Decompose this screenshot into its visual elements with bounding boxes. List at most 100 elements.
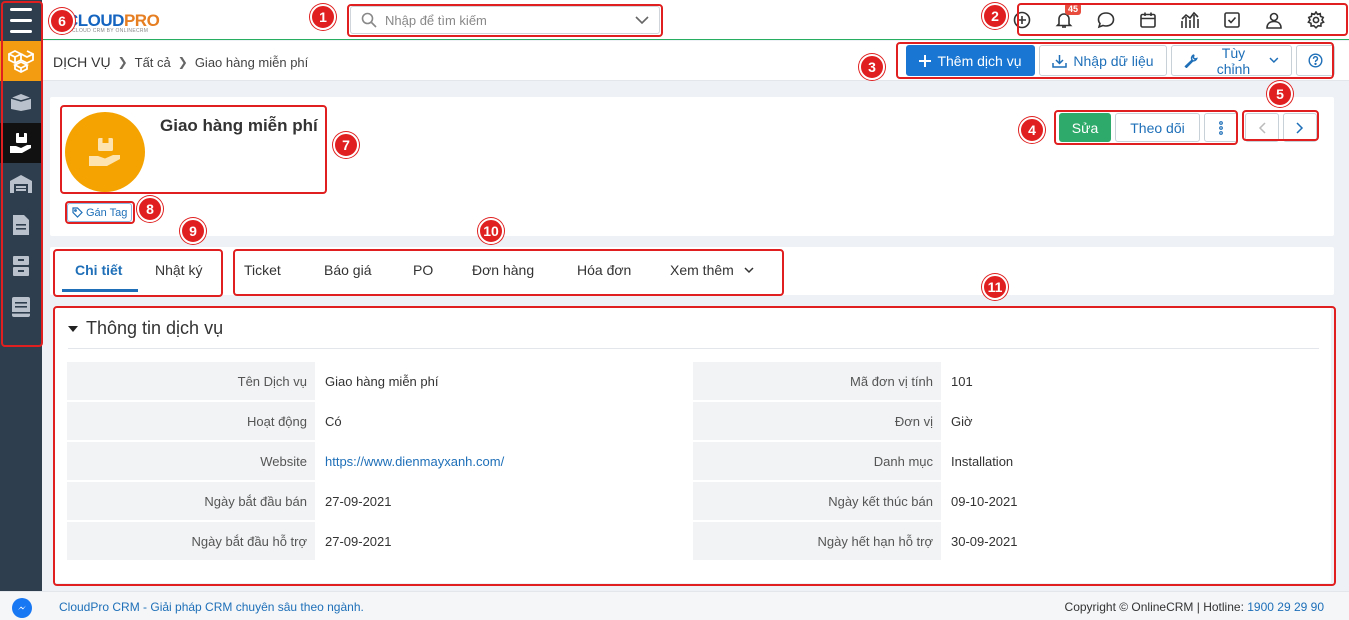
field-value-category[interactable]: Installation	[951, 442, 1013, 482]
gear-icon	[1307, 11, 1325, 29]
active-tab-indicator	[62, 289, 138, 292]
field-label-unit-code: Mã đơn vị tính	[693, 362, 941, 400]
assign-tag-button[interactable]: Gán Tag	[67, 203, 133, 222]
help-button[interactable]	[1296, 45, 1335, 76]
previous-record-button[interactable]	[1245, 113, 1279, 142]
chevron-right-icon: ❯	[117, 55, 128, 69]
record-title: Giao hàng miễn phí	[160, 116, 318, 135]
annotation-marker-3: 3	[859, 54, 885, 80]
chevron-left-icon	[1258, 121, 1266, 134]
plus-icon	[919, 54, 932, 67]
calendar-button[interactable]	[1127, 6, 1169, 34]
breadcrumb-all[interactable]: Tất cả	[135, 55, 171, 70]
search-icon	[361, 12, 377, 28]
book-icon	[12, 297, 30, 317]
divider	[68, 348, 1319, 349]
field-label-support-start: Ngày bắt đầu hỗ trợ	[67, 522, 315, 560]
field-label-unit: Đơn vị	[693, 402, 941, 440]
field-label-support-expiry: Ngày hết hạn hỗ trợ	[693, 522, 941, 560]
edit-button[interactable]: Sửa	[1059, 113, 1111, 142]
next-record-button[interactable]	[1283, 113, 1317, 142]
record-tabs: Chi tiết Nhật ký Ticket Báo giá PO Đơn h…	[50, 247, 1334, 295]
boxes-icon	[8, 49, 34, 73]
add-service-button[interactable]: Thêm dịch vụ	[906, 45, 1035, 76]
tasks-button[interactable]	[1211, 6, 1253, 34]
chart-icon	[1181, 11, 1199, 28]
tab-po[interactable]: PO	[413, 262, 433, 278]
tab-details[interactable]: Chi tiết	[75, 262, 122, 278]
tab-orders[interactable]: Đơn hàng	[472, 262, 534, 278]
more-actions-button[interactable]	[1204, 113, 1238, 142]
hand-box-icon	[89, 138, 120, 166]
hamburger-icon	[10, 4, 32, 37]
sidebar-item-products[interactable]	[0, 41, 42, 81]
chevron-down-icon[interactable]	[635, 15, 649, 25]
annotation-marker-9: 9	[180, 218, 206, 244]
field-value-unit[interactable]: Giờ	[951, 402, 973, 442]
sidebar	[0, 0, 42, 620]
sidebar-item-documents[interactable]	[0, 205, 42, 245]
sidebar-item-cabinet[interactable]	[0, 246, 42, 286]
top-header: CLOUDPRO CLOUD CRM BY ONLINECRM 45	[42, 0, 1349, 40]
header-icon-bar: 45	[1001, 3, 1337, 34]
section-header[interactable]: Thông tin dịch vụ	[68, 318, 223, 339]
messenger-icon	[18, 605, 26, 610]
follow-button[interactable]: Theo dõi	[1115, 113, 1200, 142]
user-profile-button[interactable]	[1253, 6, 1295, 34]
breadcrumb-bar: DỊCH VỤ ❯ Tất cả ❯ Giao hàng miễn phí Th…	[42, 41, 1349, 81]
cabinet-icon	[13, 256, 29, 276]
logo-subtitle: CLOUD CRM BY ONLINECRM	[72, 28, 149, 34]
notification-badge: 45	[1065, 3, 1082, 15]
field-value-service-name[interactable]: Giao hàng miễn phí	[325, 362, 438, 402]
field-value-support-start[interactable]: 27-09-2021	[325, 522, 392, 562]
sidebar-item-book[interactable]	[0, 287, 42, 327]
chevron-right-icon: ❯	[177, 55, 188, 69]
app-logo[interactable]: CLOUDPRO CLOUD CRM BY ONLINECRM	[66, 11, 160, 34]
record-pagination	[1245, 113, 1317, 142]
download-icon	[1052, 54, 1068, 68]
customize-button[interactable]: Tùy chỉnh	[1171, 45, 1292, 77]
section-title: Thông tin dịch vụ	[86, 318, 224, 338]
chat-button[interactable]	[1085, 6, 1127, 34]
field-value-active[interactable]: Có	[325, 402, 342, 442]
field-value-sale-end[interactable]: 09-10-2021	[951, 482, 1018, 522]
service-info-section: Thông tin dịch vụ Tên Dịch vụ Giao hàng …	[54, 307, 1331, 583]
import-data-button[interactable]: Nhập dữ liệu	[1039, 45, 1167, 76]
breadcrumb-module[interactable]: DỊCH VỤ	[53, 54, 111, 70]
module-actions: Thêm dịch vụ Nhập dữ liệu Tùy chỉnh	[906, 45, 1335, 77]
field-value-unit-code[interactable]: 101	[951, 362, 973, 402]
sidebar-item-warehouse[interactable]	[0, 164, 42, 204]
global-search[interactable]	[350, 6, 660, 34]
notifications-button[interactable]: 45	[1043, 3, 1085, 34]
chevron-right-icon	[1296, 121, 1304, 134]
record-avatar	[65, 112, 145, 192]
checkbox-icon	[1224, 12, 1240, 28]
search-input[interactable]	[385, 12, 635, 28]
annotation-marker-4: 4	[1019, 117, 1045, 143]
field-value-support-expiry[interactable]: 30-09-2021	[951, 522, 1018, 562]
tab-activity-log[interactable]: Nhật ký	[155, 262, 202, 278]
chevron-down-icon	[1269, 57, 1279, 64]
footer-copyright: Copyright © OnlineCRM | Hotline: 1900 29…	[1064, 600, 1324, 614]
messenger-button[interactable]	[12, 598, 32, 618]
warehouse-icon	[10, 175, 32, 193]
annotation-marker-8: 8	[137, 196, 163, 222]
annotation-marker-1: 1	[310, 4, 336, 30]
tab-more[interactable]: Xem thêm	[670, 262, 754, 278]
hotline-number[interactable]: 1900 29 29 90	[1247, 600, 1324, 614]
sidebar-item-inventory[interactable]	[0, 82, 42, 122]
field-value-sale-start[interactable]: 27-09-2021	[325, 482, 392, 522]
reports-button[interactable]	[1169, 6, 1211, 34]
field-label-service-name: Tên Dịch vụ	[67, 362, 315, 400]
sidebar-item-services[interactable]	[0, 123, 42, 163]
footer-tagline[interactable]: CloudPro CRM - Giải pháp CRM chuyên sâu …	[59, 600, 364, 614]
annotation-marker-7: 7	[333, 132, 359, 158]
menu-toggle-button[interactable]	[0, 0, 42, 40]
tab-ticket[interactable]: Ticket	[244, 262, 281, 278]
vertical-dots-icon	[1219, 120, 1223, 135]
tab-quotes[interactable]: Báo giá	[324, 262, 371, 278]
tab-invoices[interactable]: Hóa đơn	[577, 262, 631, 278]
field-value-website-link[interactable]: https://www.dienmayxanh.com/	[325, 442, 504, 482]
settings-button[interactable]	[1295, 6, 1337, 34]
field-label-category: Danh mục	[693, 442, 941, 480]
